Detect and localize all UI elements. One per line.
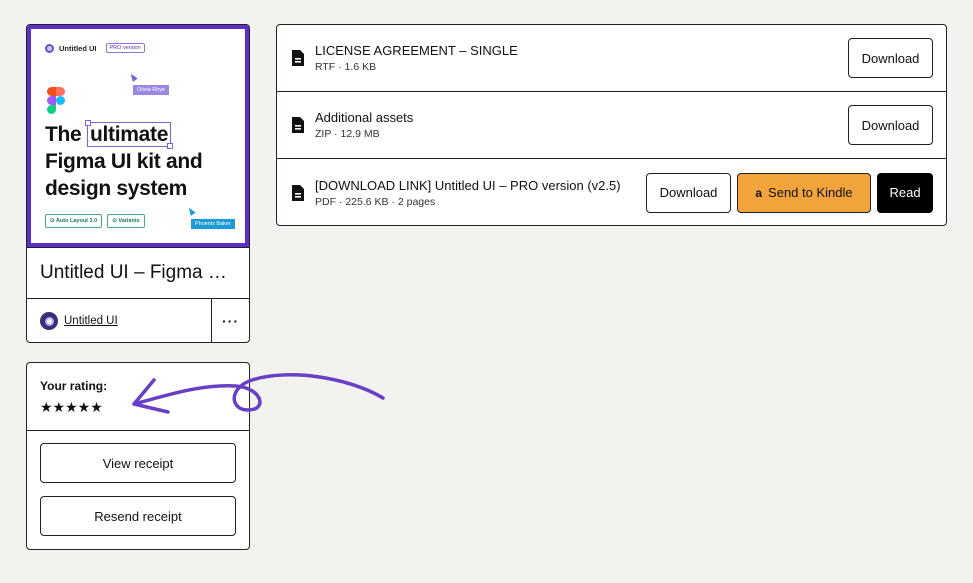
file-name: [DOWNLOAD LINK] Untitled UI – PRO versio… [315, 177, 621, 193]
product-card: Untitled UI PRO version Olivia Rhye The … [26, 24, 250, 343]
creator-link[interactable]: Untitled UI [64, 315, 118, 327]
cover-chip: ⊙ Variants [107, 214, 145, 228]
download-button[interactable]: Download [848, 105, 933, 145]
headline-line3: design system [45, 177, 187, 200]
file-actions: Download a Send to Kindle Read [646, 172, 933, 213]
file-meta: PDF · 225.6 KB · 2 pages [315, 195, 436, 208]
download-button[interactable]: Download [646, 172, 731, 213]
product-footer: Untitled UI ··· [27, 299, 249, 342]
brand-logo-icon [45, 43, 54, 53]
amazon-icon: a [755, 185, 763, 200]
cover-chips: ⊙ Auto Layout 3.0 ⊙ Variants [45, 214, 145, 228]
cursor-icon [186, 206, 196, 216]
cover-brand: Untitled UI PRO version [45, 43, 145, 53]
document-icon [292, 184, 304, 201]
file-info: LICENSE AGREEMENT – SINGLE RTF · 1.6 KB [315, 43, 848, 73]
creator: Untitled UI [27, 299, 211, 342]
cover-chip: ⊙ Auto Layout 3.0 [45, 214, 103, 228]
file-actions: Download [848, 105, 933, 145]
file-info: Additional assets ZIP · 12.9 MB [315, 110, 848, 140]
receipt-actions: View receipt Resend receipt [27, 431, 249, 536]
file-list: LICENSE AGREEMENT – SINGLE RTF · 1.6 KB … [276, 24, 947, 226]
cover-headline: The ultimate Figma UI kit and design sys… [45, 121, 203, 202]
cover-cursor-tag: Olivia Rhye [133, 85, 170, 95]
creator-avatar [40, 312, 58, 330]
figma-logo-icon [47, 87, 65, 114]
file-info: [DOWNLOAD LINK] Untitled UI – PRO versio… [315, 178, 646, 208]
file-meta: RTF · 1.6 KB [315, 61, 377, 73]
arrow-annotation-icon [132, 373, 385, 414]
cursor-icon [128, 72, 138, 82]
send-to-kindle-button[interactable]: a Send to Kindle [737, 172, 871, 213]
more-options-button[interactable]: ··· [211, 299, 249, 342]
cover-brand-name: Untitled UI [59, 43, 97, 53]
cover-inner: Untitled UI PRO version Olivia Rhye The … [31, 29, 245, 243]
file-row: LICENSE AGREEMENT – SINGLE RTF · 1.6 KB … [277, 25, 946, 92]
file-name: LICENSE AGREEMENT – SINGLE [315, 43, 518, 58]
product-title[interactable]: Untitled UI – Figma … [27, 248, 249, 299]
cover-pro-badge: PRO version [105, 43, 145, 53]
headline-line2: Figma UI kit and [45, 150, 203, 173]
file-row: [DOWNLOAD LINK] Untitled UI – PRO versio… [277, 159, 946, 225]
document-icon [292, 117, 304, 133]
headline-highlight: ultimate [86, 122, 172, 147]
file-actions: Download [848, 38, 933, 78]
file-row: Additional assets ZIP · 12.9 MB Download [277, 92, 946, 159]
resend-receipt-button[interactable]: Resend receipt [40, 496, 236, 536]
file-meta: ZIP · 12.9 MB [315, 128, 380, 140]
download-button[interactable]: Download [848, 38, 933, 78]
headline-pre: The [45, 123, 82, 146]
cover-cursor-tag: Phoenix Baker [191, 219, 235, 229]
view-receipt-button[interactable]: View receipt [40, 443, 236, 483]
send-to-kindle-label: Send to Kindle [768, 185, 853, 200]
product-cover-image[interactable]: Untitled UI PRO version Olivia Rhye The … [27, 25, 249, 248]
document-icon [292, 50, 304, 66]
file-name: Additional assets [315, 110, 414, 125]
read-button[interactable]: Read [877, 172, 933, 213]
